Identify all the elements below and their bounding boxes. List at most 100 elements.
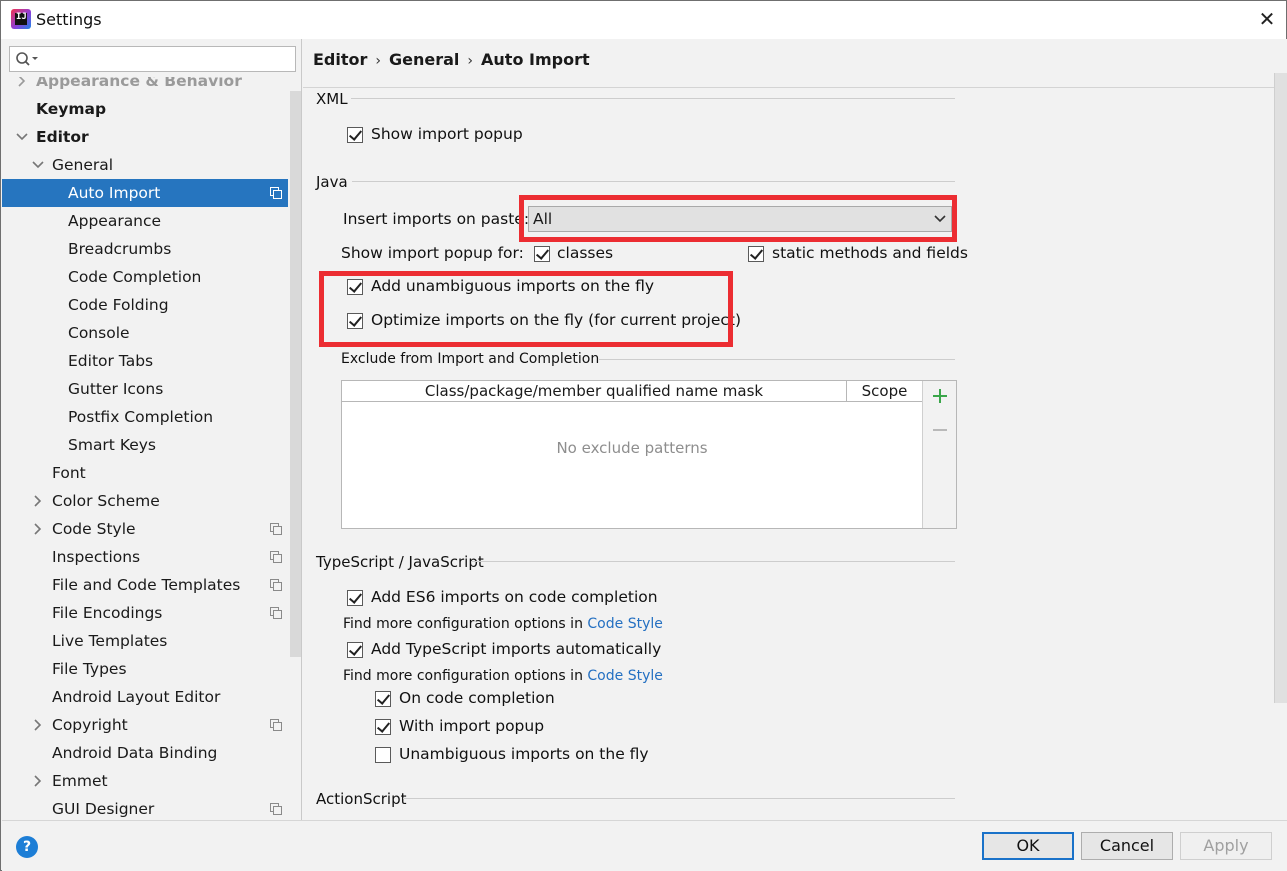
highlight-annotation-box bbox=[319, 271, 733, 347]
sidebar-item-label: Android Data Binding bbox=[52, 744, 218, 762]
sidebar-item-file-types[interactable]: File Types bbox=[2, 655, 288, 683]
code-style-link[interactable]: Code Style bbox=[587, 668, 662, 684]
sidebar-item-emmet[interactable]: Emmet bbox=[2, 767, 288, 795]
ok-button[interactable]: OK bbox=[982, 832, 1074, 860]
sidebar-item-label: Appearance bbox=[68, 212, 162, 230]
sidebar-item-file-encodings[interactable]: File Encodings bbox=[2, 599, 288, 627]
with-import-popup-checkbox[interactable] bbox=[375, 719, 391, 735]
es6-imports-label: Add ES6 imports on code completion bbox=[371, 588, 658, 606]
sidebar-item-label: Gutter Icons bbox=[68, 380, 164, 398]
sidebar-item-label: File Encodings bbox=[52, 604, 163, 622]
sidebar-item-gutter-icons[interactable]: Gutter Icons bbox=[2, 375, 288, 403]
sidebar-item-label: Inspections bbox=[52, 548, 141, 566]
sidebar-item-label: General bbox=[52, 156, 114, 174]
empty-table-message: No exclude patterns bbox=[556, 439, 708, 457]
insert-imports-label: Insert imports on paste: bbox=[343, 210, 530, 228]
static-methods-label: static methods and fields bbox=[772, 244, 968, 262]
add-icon[interactable] bbox=[931, 387, 949, 405]
sidebar-item-smart-keys[interactable]: Smart Keys bbox=[2, 431, 288, 459]
ts-auto-imports-checkbox[interactable] bbox=[347, 642, 363, 658]
sidebar-item-label: Postfix Completion bbox=[68, 408, 214, 426]
sidebar-item-label: Console bbox=[68, 324, 130, 342]
cancel-button[interactable]: Cancel bbox=[1081, 832, 1173, 860]
sidebar-item-android-data-binding[interactable]: Android Data Binding bbox=[2, 739, 288, 767]
sidebar-item-gui-designer[interactable]: GUI Designer bbox=[2, 795, 288, 820]
search-input[interactable] bbox=[9, 46, 296, 72]
with-import-popup-label: With import popup bbox=[399, 717, 545, 735]
sidebar-item-auto-import[interactable]: Auto Import bbox=[2, 179, 288, 207]
static-methods-checkbox[interactable] bbox=[748, 246, 764, 262]
sidebar-item-copyright[interactable]: Copyright bbox=[2, 711, 288, 739]
exclude-table: Class/package/member qualified name mask… bbox=[341, 380, 957, 529]
window-title: Settings bbox=[36, 10, 102, 29]
sidebar-scrollbar[interactable] bbox=[290, 91, 301, 657]
sidebar-item-postfix-completion[interactable]: Postfix Completion bbox=[2, 403, 288, 431]
sidebar-item-inspections[interactable]: Inspections bbox=[2, 543, 288, 571]
ts-unambiguous-checkbox[interactable] bbox=[375, 747, 391, 763]
chevron-right-icon[interactable] bbox=[31, 711, 45, 739]
sidebar-item-label: Emmet bbox=[52, 772, 108, 790]
column-scope-header[interactable]: Scope bbox=[847, 382, 922, 400]
sidebar-item-code-completion[interactable]: Code Completion bbox=[2, 263, 288, 291]
section-actionscript-title: ActionScript bbox=[316, 790, 407, 808]
chevron-right-icon[interactable] bbox=[31, 487, 45, 515]
sidebar-item-code-folding[interactable]: Code Folding bbox=[2, 291, 288, 319]
sidebar-item-live-templates[interactable]: Live Templates bbox=[2, 627, 288, 655]
chevron-right-icon[interactable] bbox=[31, 515, 45, 543]
sidebar-item-breadcrumbs[interactable]: Breadcrumbs bbox=[2, 235, 288, 263]
sidebar-item-android-layout-editor[interactable]: Android Layout Editor bbox=[2, 683, 288, 711]
project-settings-icon bbox=[270, 551, 282, 563]
ts-unambiguous-label: Unambiguous imports on the fly bbox=[399, 745, 649, 763]
sidebar-item-label: Editor bbox=[36, 128, 89, 146]
chevron-right-icon[interactable] bbox=[15, 77, 29, 95]
sidebar-item-label: Code Completion bbox=[68, 268, 202, 286]
sidebar-item-label: Smart Keys bbox=[68, 436, 156, 454]
title-bar: IJ Settings ✕ bbox=[1, 1, 1286, 39]
code-style-link[interactable]: Code Style bbox=[587, 616, 662, 632]
section-divider bbox=[471, 561, 955, 562]
intellij-logo-icon: IJ bbox=[11, 9, 31, 29]
classes-checkbox[interactable] bbox=[534, 246, 550, 262]
column-mask-header[interactable]: Class/package/member qualified name mask bbox=[342, 382, 846, 400]
sidebar-item-editor-tabs[interactable]: Editor Tabs bbox=[2, 347, 288, 375]
sidebar-item-color-scheme[interactable]: Color Scheme bbox=[2, 487, 288, 515]
sidebar-item-label: Keymap bbox=[36, 100, 107, 118]
find-more-label: Find more configuration options in bbox=[343, 668, 583, 684]
find-more-text: Find more configuration options in Code … bbox=[343, 616, 663, 632]
breadcrumb-editor: Editor bbox=[313, 50, 368, 69]
sidebar-item-label: Code Style bbox=[52, 520, 136, 538]
chevron-down-icon[interactable] bbox=[31, 151, 45, 179]
chevron-down-icon[interactable] bbox=[15, 123, 29, 151]
apply-button[interactable]: Apply bbox=[1180, 832, 1272, 860]
section-java-title: Java bbox=[316, 173, 348, 191]
sidebar-item-general[interactable]: General bbox=[2, 151, 288, 179]
es6-imports-checkbox[interactable] bbox=[347, 590, 363, 606]
close-icon[interactable]: ✕ bbox=[1253, 5, 1281, 33]
dialog-button-bar: ? OK Cancel Apply bbox=[2, 820, 1287, 871]
sidebar-item-editor[interactable]: Editor bbox=[2, 123, 288, 151]
sidebar-item-label: Copyright bbox=[52, 716, 128, 734]
sidebar-item-font[interactable]: Font bbox=[2, 459, 288, 487]
sidebar-item-label: File Types bbox=[52, 660, 127, 678]
remove-icon[interactable] bbox=[931, 421, 949, 439]
sidebar-item-label: Android Layout Editor bbox=[52, 688, 221, 706]
xml-show-popup-checkbox[interactable] bbox=[347, 127, 363, 143]
content-scrollbar[interactable] bbox=[1274, 73, 1287, 703]
sidebar-item-console[interactable]: Console bbox=[2, 319, 288, 347]
sidebar-item-appearance[interactable]: Appearance bbox=[2, 207, 288, 235]
sidebar-item-label: Code Folding bbox=[68, 296, 169, 314]
classes-label: classes bbox=[557, 244, 614, 262]
on-code-completion-checkbox[interactable] bbox=[375, 691, 391, 707]
sidebar-item-keymap[interactable]: Keymap bbox=[2, 95, 288, 123]
chevron-right-icon[interactable] bbox=[31, 767, 45, 795]
project-settings-icon bbox=[270, 719, 282, 731]
sidebar-item-label: File and Code Templates bbox=[52, 576, 241, 594]
project-settings-icon bbox=[270, 523, 282, 535]
exclude-title: Exclude from Import and Completion bbox=[341, 351, 600, 367]
sidebar-item-file-and-code-templates[interactable]: File and Code Templates bbox=[2, 571, 288, 599]
sidebar-item-appearance-behavior[interactable]: Appearance & Behavior bbox=[2, 77, 288, 95]
sidebar-item-label: Breadcrumbs bbox=[68, 240, 172, 258]
section-divider bbox=[352, 181, 955, 182]
sidebar-item-code-style[interactable]: Code Style bbox=[2, 515, 288, 543]
help-icon[interactable]: ? bbox=[16, 836, 38, 858]
